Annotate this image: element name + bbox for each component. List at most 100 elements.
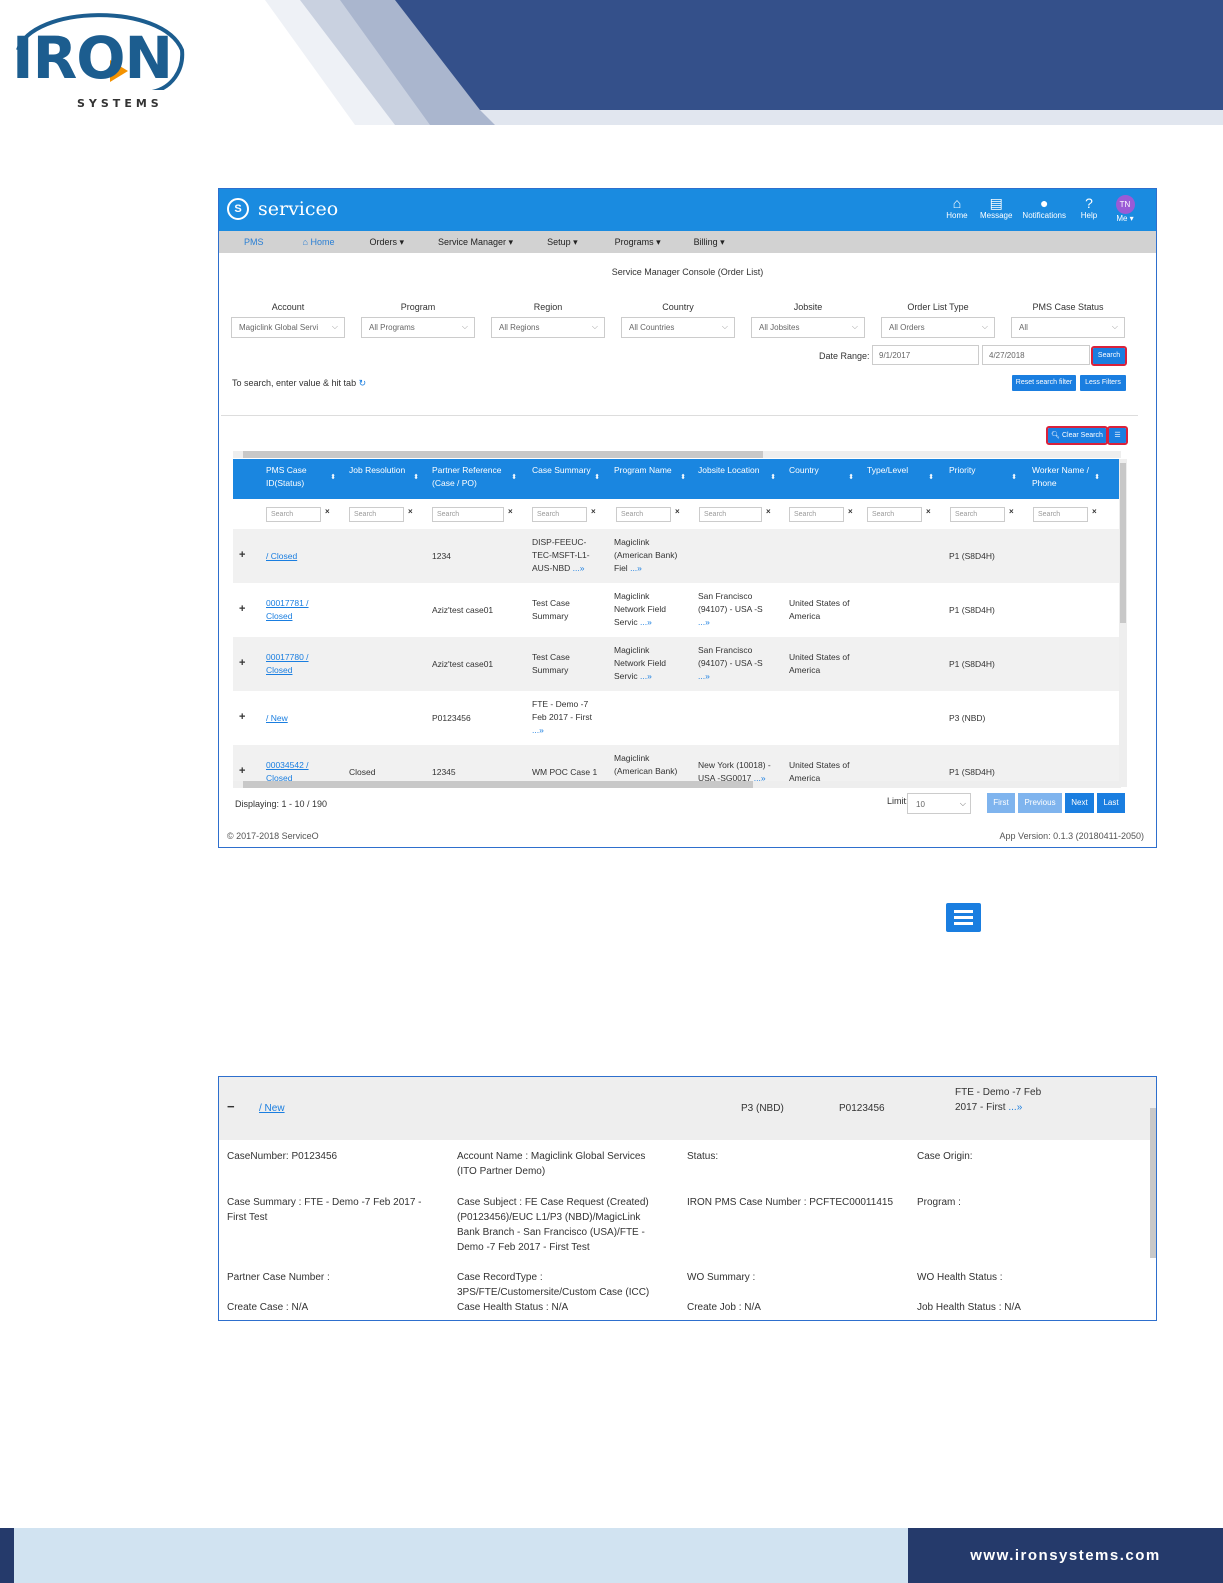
expand-row-button[interactable]: +: [239, 549, 245, 561]
first-page-button[interactable]: First: [987, 793, 1015, 813]
more-link[interactable]: ...»: [630, 563, 642, 573]
search-input-case-id[interactable]: Search: [266, 507, 321, 522]
menu-orders[interactable]: Orders ▾: [351, 237, 421, 248]
expand-row-button[interactable]: +: [239, 765, 245, 777]
close-icon[interactable]: ×: [675, 507, 680, 516]
next-page-button[interactable]: Next: [1065, 793, 1094, 813]
sort-icon[interactable]: ⬍: [928, 471, 934, 484]
reset-search-filter-button[interactable]: Reset search filter: [1012, 375, 1076, 391]
date-to-input[interactable]: 4/27/2018: [982, 345, 1090, 365]
topbar-help[interactable]: ? Help: [1076, 195, 1102, 223]
menu-setup[interactable]: Setup ▾: [530, 237, 595, 248]
close-icon[interactable]: ×: [926, 507, 931, 516]
case-id-link[interactable]: / Closed: [266, 550, 336, 563]
refresh-icon[interactable]: ↻: [359, 378, 367, 388]
more-link[interactable]: ...»: [573, 563, 585, 573]
close-icon[interactable]: ×: [766, 507, 771, 516]
expand-row-button[interactable]: +: [239, 657, 245, 669]
close-icon[interactable]: ×: [1009, 507, 1014, 516]
expand-row-button[interactable]: +: [239, 711, 245, 723]
menu-service-manager[interactable]: Service Manager ▾: [421, 237, 530, 248]
case-id-link[interactable]: 00017781 / Closed: [266, 597, 330, 623]
col-header-partner-reference[interactable]: Partner Reference (Case / PO) ⬍: [432, 464, 517, 490]
close-icon[interactable]: ×: [591, 507, 596, 516]
topbar-user-menu[interactable]: TN Me ▾: [1112, 195, 1138, 223]
topbar-notifications[interactable]: ● Notifications: [1022, 195, 1066, 223]
menu-programs[interactable]: Programs ▾: [595, 237, 678, 248]
country-select[interactable]: All Countries ⌵: [621, 317, 735, 338]
close-icon[interactable]: ×: [848, 507, 853, 516]
horizontal-scrollbar-top[interactable]: [233, 451, 1121, 458]
expand-row-button[interactable]: +: [239, 603, 245, 615]
sort-icon[interactable]: ⬍: [413, 471, 419, 484]
more-link[interactable]: ...»: [1008, 1102, 1022, 1113]
case-status-select[interactable]: All ⌵: [1011, 317, 1125, 338]
case-id-link[interactable]: / New: [259, 1101, 285, 1116]
program-select[interactable]: All Programs ⌵: [361, 317, 475, 338]
close-icon[interactable]: ×: [325, 507, 330, 516]
search-input-worker[interactable]: Search: [1033, 507, 1088, 522]
menu-billing[interactable]: Billing ▾: [678, 237, 742, 248]
last-page-button[interactable]: Last: [1097, 793, 1125, 813]
topbar-home[interactable]: ⌂ Home: [944, 195, 970, 223]
col-header-jobsite-location[interactable]: Jobsite Location ⬍: [698, 464, 776, 481]
col-header-worker[interactable]: Worker Name / Phone ⬍: [1032, 464, 1100, 490]
search-input-priority[interactable]: Search: [950, 507, 1005, 522]
app-brand[interactable]: S serviceo: [227, 198, 338, 220]
close-icon[interactable]: ×: [408, 507, 413, 516]
sort-icon[interactable]: ⬍: [330, 471, 336, 484]
sort-icon[interactable]: ⬍: [770, 471, 776, 484]
limit-select[interactable]: 10 ⌵: [907, 793, 971, 814]
search-input-type-level[interactable]: Search: [867, 507, 922, 522]
col-header-program-name[interactable]: Program Name ⬍: [614, 464, 686, 481]
search-input-job-resolution[interactable]: Search: [349, 507, 404, 522]
horizontal-scrollbar-bottom[interactable]: [233, 781, 1121, 788]
search-input-jobsite-location[interactable]: Search: [699, 507, 762, 522]
col-header-job-resolution[interactable]: Job Resolution ⬍: [349, 464, 419, 481]
col-header-type-level[interactable]: Type/Level ⬍: [867, 464, 934, 481]
sort-icon[interactable]: ⬍: [594, 471, 600, 484]
vertical-scrollbar[interactable]: [1150, 1108, 1156, 1258]
more-link[interactable]: ...»: [640, 617, 652, 627]
scrollbar-thumb[interactable]: [1120, 463, 1126, 623]
sort-icon[interactable]: ⬍: [1011, 471, 1017, 484]
collapse-row-button[interactable]: −: [227, 1099, 235, 1114]
col-header-priority[interactable]: Priority ⬍: [949, 464, 1017, 481]
menu-pms[interactable]: PMS: [219, 237, 281, 247]
vertical-scrollbar[interactable]: [1119, 459, 1127, 787]
website-url[interactable]: www.ironsystems.com: [908, 1528, 1223, 1583]
sort-icon[interactable]: ⬍: [511, 471, 517, 484]
col-header-country[interactable]: Country ⬍: [789, 464, 854, 481]
jobsite-select[interactable]: All Jobsites ⌵: [751, 317, 865, 338]
more-link[interactable]: ...»: [754, 773, 766, 781]
previous-page-button[interactable]: Previous: [1018, 793, 1062, 813]
less-filters-button[interactable]: Less Filters: [1080, 375, 1126, 391]
search-input-country[interactable]: Search: [789, 507, 844, 522]
sort-icon[interactable]: ⬍: [680, 471, 686, 484]
close-icon[interactable]: ×: [508, 507, 513, 516]
case-id-link[interactable]: 00017780 / Closed: [266, 651, 330, 677]
case-id-link[interactable]: / New: [266, 712, 336, 725]
menu-home[interactable]: ⌂ Home: [281, 237, 352, 247]
search-button[interactable]: Search: [1091, 346, 1127, 366]
search-input-case-summary[interactable]: Search: [532, 507, 587, 522]
col-header-case-id[interactable]: PMS Case ID(Status) ⬍: [266, 464, 336, 490]
clear-search-button[interactable]: 🔍︎ Clear Search: [1046, 426, 1108, 445]
more-link[interactable]: ...»: [532, 725, 544, 735]
scrollbar-thumb[interactable]: [243, 781, 753, 788]
sort-icon[interactable]: ⬍: [1094, 471, 1100, 484]
account-select[interactable]: Magiclink Global Servi ⌵: [231, 317, 345, 338]
more-link[interactable]: ...»: [698, 671, 710, 681]
close-icon[interactable]: ×: [1092, 507, 1097, 516]
column-toggle-button[interactable]: ☰: [1107, 426, 1128, 445]
search-input-program-name[interactable]: Search: [616, 507, 671, 522]
col-header-case-summary[interactable]: Case Summary ⬍: [532, 464, 600, 481]
sort-icon[interactable]: ⬍: [848, 471, 854, 484]
scrollbar-thumb[interactable]: [243, 451, 763, 458]
more-link[interactable]: ...»: [640, 671, 652, 681]
region-select[interactable]: All Regions ⌵: [491, 317, 605, 338]
order-list-type-select[interactable]: All Orders ⌵: [881, 317, 995, 338]
case-id-link[interactable]: 00034542 / Closed: [266, 759, 330, 781]
more-link[interactable]: ...»: [698, 617, 710, 627]
topbar-message[interactable]: ▤ Message: [980, 195, 1012, 223]
